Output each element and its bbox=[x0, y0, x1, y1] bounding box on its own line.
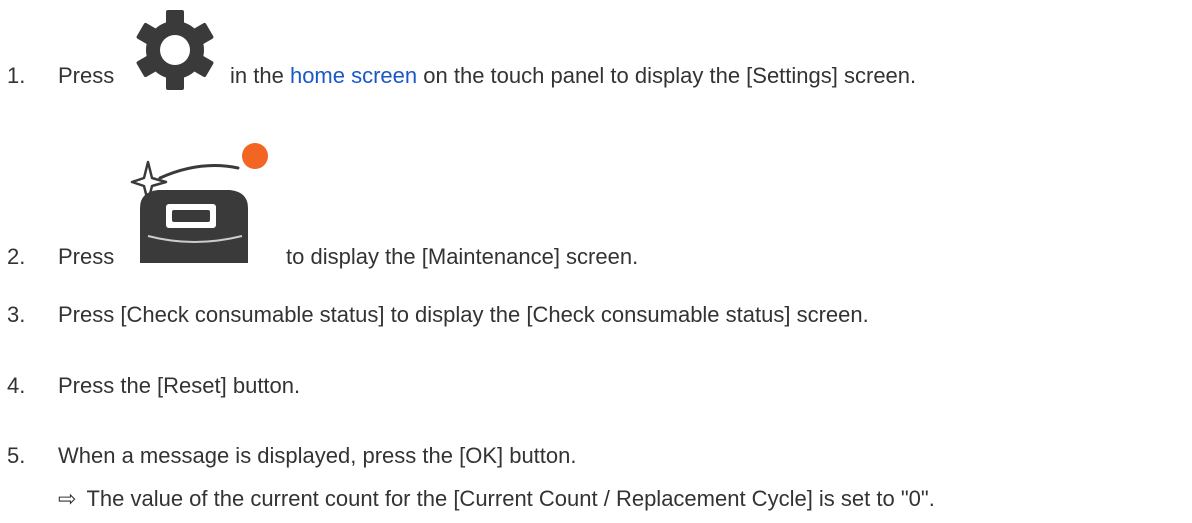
step-1-rest: in the home screen on the touch panel to… bbox=[230, 63, 916, 89]
maintenance-icon bbox=[130, 138, 270, 263]
gear-icon bbox=[130, 10, 220, 90]
step-number: 1. bbox=[7, 63, 26, 88]
step-number: 5. bbox=[7, 443, 26, 468]
result-arrow-icon: ⇨ bbox=[58, 486, 77, 511]
step-2-rest: to display the [Maintenance] screen. bbox=[286, 244, 638, 270]
home-screen-link[interactable]: home screen bbox=[290, 63, 417, 88]
step-text: Press [Check consumable status] to displ… bbox=[58, 302, 869, 327]
step-number: 2. bbox=[7, 244, 26, 269]
step-text: When a message is displayed, press the [… bbox=[58, 443, 577, 468]
result-text: The value of the current count for the [… bbox=[86, 486, 935, 511]
step-text-middle: in the bbox=[230, 63, 284, 88]
step-text-after: on the touch panel to display the [Setti… bbox=[423, 63, 917, 88]
step-text-after: to display the [Maintenance] screen. bbox=[286, 244, 639, 269]
step-number: 3. bbox=[7, 302, 26, 327]
step-text: Press the [Reset] button. bbox=[58, 373, 301, 398]
step-text-press: Press bbox=[58, 63, 115, 88]
step-text-press: Press bbox=[58, 244, 115, 269]
step-5-result: ⇨ The value of the current count for the … bbox=[58, 486, 935, 512]
step-number: 4. bbox=[7, 373, 26, 398]
